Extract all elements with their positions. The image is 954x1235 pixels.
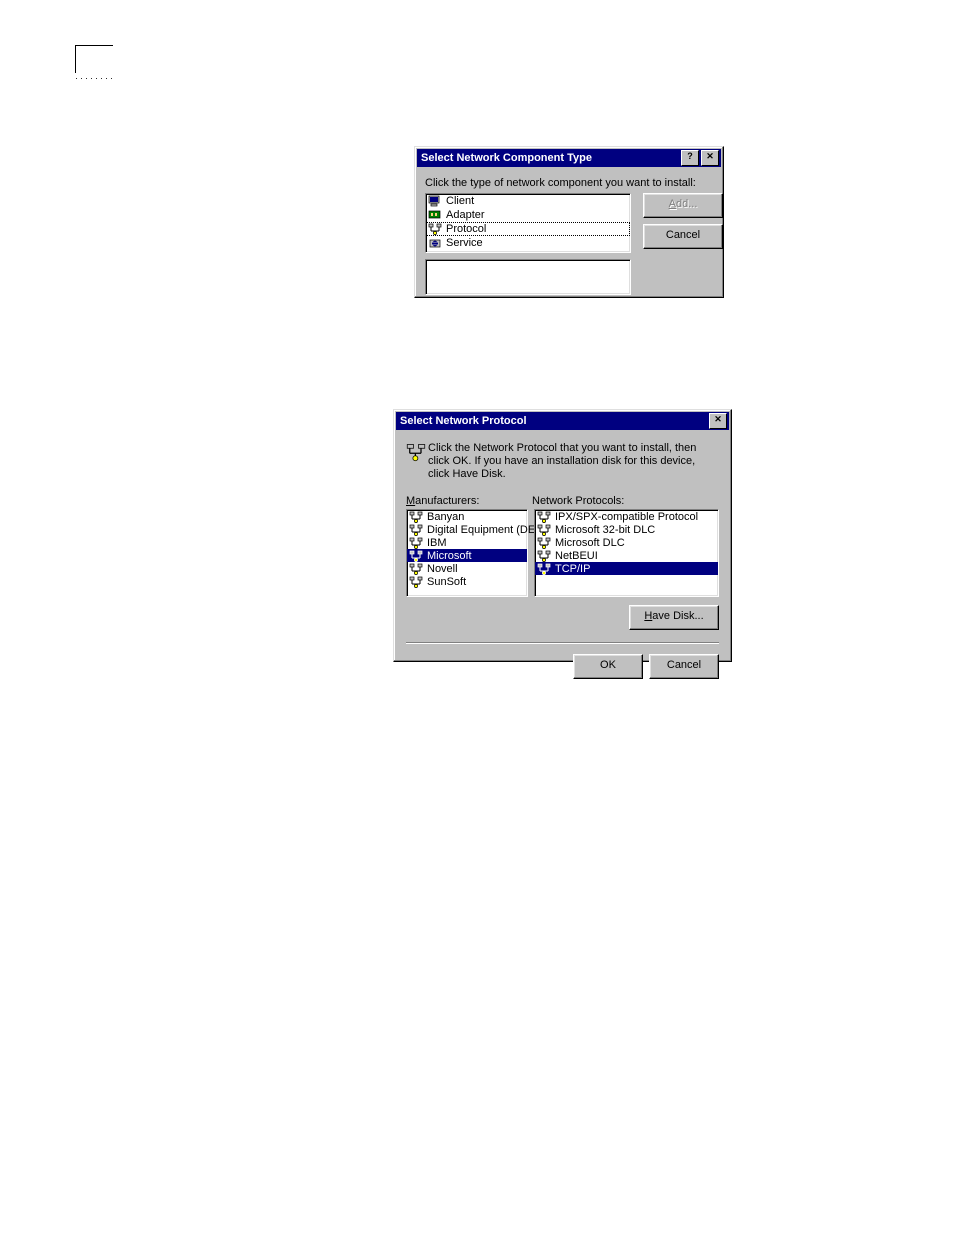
- item-label: Microsoft: [427, 550, 472, 562]
- protocol-icon: [428, 223, 442, 235]
- protocol-icon: [409, 550, 423, 562]
- have-disk-button[interactable]: Have Disk...: [629, 605, 719, 630]
- protocol-icon: [409, 563, 423, 575]
- titlebar[interactable]: Select Network Protocol ✕: [396, 412, 729, 430]
- item-label: Service: [446, 237, 483, 249]
- item-label: Digital Equipment (DEC): [427, 524, 547, 536]
- client-icon: [428, 195, 442, 207]
- item-label: NetBEUI: [555, 550, 598, 562]
- protocol-item[interactable]: Microsoft 32-bit DLC: [535, 523, 718, 536]
- manufacturer-item[interactable]: Banyan: [407, 510, 527, 523]
- info-text: Click the Network Protocol that you want…: [428, 442, 719, 481]
- select-network-protocol-dialog: Select Network Protocol ✕: [393, 409, 732, 662]
- protocols-list[interactable]: IPX/SPX-compatible ProtocolMicrosoft 32-…: [534, 509, 719, 597]
- component-type-item[interactable]: Client: [426, 194, 630, 208]
- manufacturer-item[interactable]: Digital Equipment (DEC): [407, 523, 527, 536]
- item-label: IPX/SPX-compatible Protocol: [555, 511, 698, 523]
- protocol-icon: [537, 511, 551, 523]
- service-icon: [428, 237, 442, 249]
- item-label: Microsoft DLC: [555, 537, 625, 549]
- protocol-icon: [409, 524, 423, 536]
- component-type-list[interactable]: Client Adapter Protocol Service: [425, 193, 631, 253]
- description-box: [425, 259, 631, 295]
- protocols-label: Network Protocols:: [532, 495, 624, 507]
- cancel-button[interactable]: Cancel: [649, 654, 719, 679]
- item-label: Adapter: [446, 209, 485, 221]
- protocol-item[interactable]: IPX/SPX-compatible Protocol: [535, 510, 718, 523]
- manufacturers-label: Manufacturers:: [406, 495, 532, 507]
- protocol-item[interactable]: Microsoft DLC: [535, 536, 718, 549]
- ok-button[interactable]: OK: [573, 654, 643, 679]
- manufacturer-item[interactable]: IBM: [407, 536, 527, 549]
- manufacturers-list[interactable]: BanyanDigital Equipment (DEC)IBMMicrosof…: [406, 509, 528, 597]
- page-corner-decoration: ········: [75, 45, 115, 75]
- protocol-icon: [537, 537, 551, 549]
- protocol-icon: [537, 524, 551, 536]
- item-label: SunSoft: [427, 576, 466, 588]
- protocol-item[interactable]: TCP/IP: [535, 562, 718, 575]
- protocol-icon: [409, 576, 423, 588]
- component-type-item[interactable]: Service: [426, 236, 630, 250]
- item-label: Banyan: [427, 511, 464, 523]
- item-label: Client: [446, 195, 474, 207]
- protocol-icon: [537, 550, 551, 562]
- dialog-title: Select Network Component Type: [421, 149, 592, 167]
- add-button[interactable]: Add...: [643, 193, 723, 218]
- titlebar[interactable]: Select Network Component Type ? ✕: [417, 149, 721, 167]
- protocol-icon: [409, 537, 423, 549]
- manufacturer-item[interactable]: Novell: [407, 562, 527, 575]
- protocol-icon: [409, 511, 423, 523]
- protocol-item[interactable]: NetBEUI: [535, 549, 718, 562]
- item-label: TCP/IP: [555, 563, 590, 575]
- component-type-item[interactable]: Adapter: [426, 208, 630, 222]
- help-button[interactable]: ?: [681, 150, 699, 166]
- close-button[interactable]: ✕: [709, 413, 727, 429]
- protocol-icon: [537, 563, 551, 575]
- close-button[interactable]: ✕: [701, 150, 719, 166]
- protocol-hero-icon: [406, 442, 420, 454]
- item-label: Protocol: [446, 223, 486, 235]
- select-network-component-type-dialog: Select Network Component Type ? ✕ Click …: [414, 146, 724, 298]
- manufacturer-item[interactable]: Microsoft: [407, 549, 527, 562]
- item-label: Novell: [427, 563, 458, 575]
- prompt-text: Click the type of network component you …: [425, 177, 713, 189]
- component-type-item[interactable]: Protocol: [426, 222, 630, 236]
- cancel-button[interactable]: Cancel: [643, 224, 723, 249]
- manufacturer-item[interactable]: SunSoft: [407, 575, 527, 588]
- separator: [406, 642, 719, 644]
- item-label: IBM: [427, 537, 447, 549]
- dialog-title: Select Network Protocol: [400, 412, 527, 430]
- item-label: Microsoft 32-bit DLC: [555, 524, 655, 536]
- adapter-icon: [428, 209, 442, 221]
